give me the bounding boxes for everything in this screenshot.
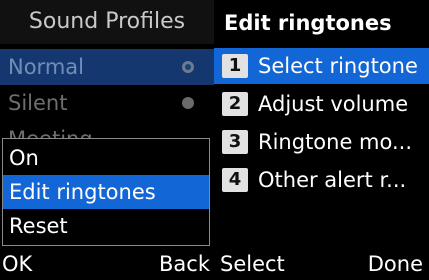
options-popup-menu: On Edit ringtones Reset (2, 138, 210, 246)
profile-label: Normal (8, 55, 84, 79)
popup-item-edit-ringtones[interactable]: Edit ringtones (3, 175, 209, 209)
menu-item-label: Select ringtone (258, 54, 418, 78)
menu-item-select-ringtone[interactable]: 1 Select ringtone (214, 48, 429, 84)
softkey-done[interactable]: Done (368, 246, 423, 280)
profile-label: Silent (8, 91, 68, 115)
menu-item-other-alert[interactable]: 4 Other alert r... (214, 162, 429, 198)
radio-selected-icon (182, 61, 194, 73)
menu-item-adjust-volume[interactable]: 2 Adjust volume (214, 86, 429, 122)
softkey-ok[interactable]: OK (2, 246, 32, 280)
profile-item-normal[interactable]: Normal (0, 49, 214, 85)
number-3-icon: 3 (222, 130, 248, 154)
popup-item-on[interactable]: On (3, 141, 209, 175)
profile-item-silent[interactable]: Silent (0, 85, 214, 121)
radio-unselected-icon (182, 97, 194, 109)
edit-ringtones-screen: Edit ringtones 1 Select ringtone 2 Adjus… (214, 0, 429, 280)
number-4-icon: 4 (222, 168, 248, 192)
menu-item-label: Ringtone mo... (258, 130, 413, 154)
popup-item-reset[interactable]: Reset (3, 209, 209, 243)
menu-item-label: Adjust volume (258, 92, 409, 116)
sound-profiles-screen: Sound Profiles Normal Silent Meeting On … (0, 0, 214, 280)
number-1-icon: 1 (222, 54, 248, 78)
softkey-select[interactable]: Select (220, 246, 285, 280)
softkey-back[interactable]: Back (159, 246, 210, 280)
sound-profiles-title: Sound Profiles (0, 0, 214, 44)
edit-ringtones-title: Edit ringtones (224, 11, 392, 35)
menu-item-label: Other alert r... (258, 168, 407, 192)
menu-item-ringtone-mode[interactable]: 3 Ringtone mo... (214, 124, 429, 160)
number-2-icon: 2 (222, 92, 248, 116)
